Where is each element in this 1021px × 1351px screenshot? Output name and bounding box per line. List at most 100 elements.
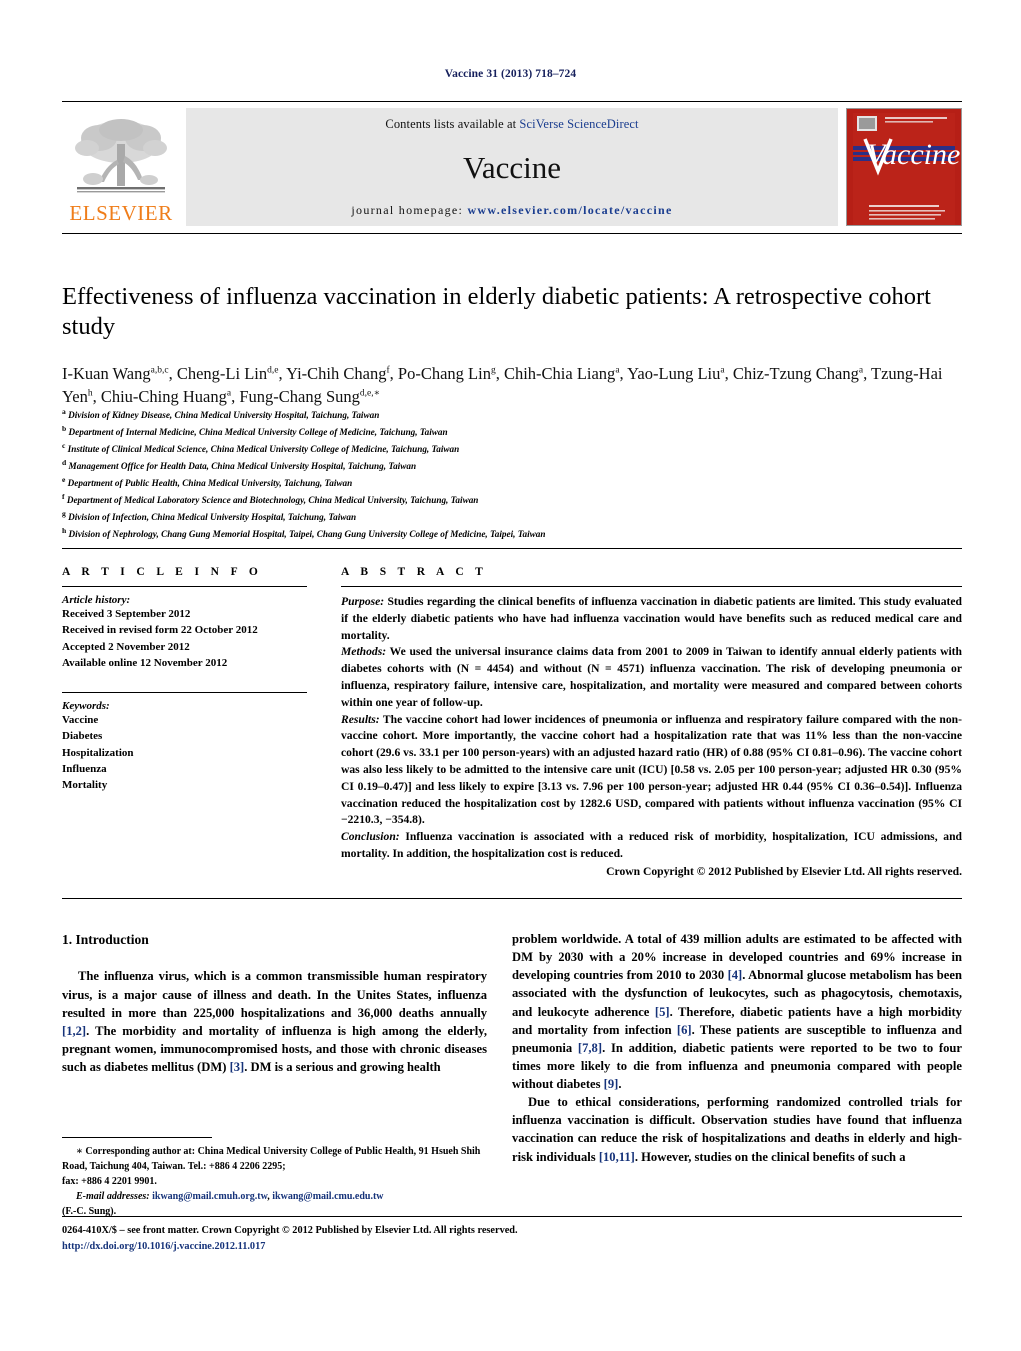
author-affiliation-marker: f <box>386 365 390 376</box>
author-affiliation-marker: a <box>720 365 725 376</box>
footnote-rule <box>62 1137 212 1138</box>
citation-4[interactable]: [4] <box>728 968 743 982</box>
elsevier-wordmark: ELSEVIER <box>69 201 173 225</box>
article-history-item: Received in revised form 22 October 2012 <box>62 624 258 637</box>
author-name[interactable]: Fung-Chang Sungd,e,∗ <box>239 387 380 406</box>
journal-cover-art: Vaccine <box>847 109 961 225</box>
article-info-rule <box>62 586 307 587</box>
article-history-label: Article history: <box>62 594 131 606</box>
keyword-item: Vaccine <box>62 714 99 727</box>
email-note: E-mail addresses: ikwang@mail.cmuh.org.t… <box>62 1189 487 1204</box>
article-history-list: Received 3 September 2012 Received in rev… <box>62 606 307 671</box>
affiliation-item: e Department of Public Health, China Med… <box>62 474 353 488</box>
banner-center: Contents lists available at SciVerse Sci… <box>186 108 838 226</box>
citation-5[interactable]: [5] <box>655 1005 670 1019</box>
affiliation-marker: d <box>62 457 67 467</box>
abstract-section-label: Methods: <box>341 645 387 659</box>
article-history-item: Available online 12 November 2012 <box>62 656 228 669</box>
intro-paragraph-left: The influenza virus, which is a common t… <box>62 967 487 1076</box>
citation-6[interactable]: [6] <box>677 1023 692 1037</box>
affiliation-item: b Department of Internal Medicine, China… <box>62 423 448 438</box>
author-affiliation-marker: h <box>87 388 93 399</box>
title-top-rule <box>62 233 962 234</box>
citation-9[interactable]: [9] <box>604 1077 619 1091</box>
author-name[interactable]: Chiz-Tzung Changa <box>733 364 863 383</box>
abstract-section: Conclusion: Influenza vaccination is ass… <box>341 829 962 863</box>
abstract-section: Results: The vaccine cohort had lower in… <box>341 712 962 830</box>
email-address-2[interactable]: ikwang@mail.cmu.edu.tw <box>272 1191 383 1202</box>
abstract-section: Methods: We used the universal insurance… <box>341 644 962 711</box>
footnote-block: ∗ Corresponding author at: China Medical… <box>62 1144 487 1219</box>
author-name[interactable]: I-Kuan Wanga,b,c <box>62 364 169 383</box>
abstract-section-label: Purpose: <box>341 595 385 608</box>
affiliation-list: a Division of Kidney Disease, China Medi… <box>62 406 967 542</box>
affiliation-marker: f <box>62 491 65 501</box>
paper-page: Vaccine 31 (2013) 718–724 ELSEVIER Conte… <box>0 0 1021 1351</box>
author-name[interactable]: Chiu-Ching Huanga <box>101 387 231 406</box>
running-head: Vaccine 31 (2013) 718–724 <box>444 68 577 80</box>
author-affiliation-marker: a <box>226 388 232 399</box>
abstract-section-text: The vaccine cohort had lower incidences … <box>341 712 962 827</box>
affiliation-marker: b <box>62 423 67 433</box>
homepage-url-link[interactable]: www.elsevier.com/locate/vaccine <box>467 203 672 217</box>
affiliation-item: h Division of Nephrology, Chang Gung Mem… <box>62 525 546 539</box>
article-history-item: Accepted 2 November 2012 <box>62 640 190 653</box>
intro-right-text-6: . <box>618 1077 622 1091</box>
author-name[interactable]: Yao-Lung Liua <box>627 364 724 383</box>
article-history-item: Received 3 September 2012 <box>62 608 191 620</box>
fax-line: fax: +886 4 2201 9901. <box>62 1176 157 1187</box>
frontmatter-line: 0264-410X/$ – see front matter. Crown Co… <box>62 1225 518 1236</box>
affiliation-item: a Division of Kidney Disease, China Medi… <box>62 407 380 421</box>
affiliation-marker: a <box>62 407 66 416</box>
author-list: I-Kuan Wanga,b,c, Cheng-Li Lind,e, Yi-Ch… <box>62 364 943 407</box>
email-label: E-mail addresses: <box>76 1191 150 1202</box>
author-name[interactable]: Po-Chang Ling <box>398 364 496 383</box>
abstract-section-label: Conclusion: <box>341 830 400 844</box>
contents-prefix: Contents lists available at <box>385 117 520 131</box>
citation-7-8[interactable]: [7,8] <box>578 1041 602 1055</box>
journal-cover-thumbnail: Vaccine <box>846 108 962 226</box>
journal-homepage-line: journal homepage: www.elsevier.com/locat… <box>351 203 672 218</box>
abstract-rule <box>341 586 962 587</box>
abstract-section-label: Results: <box>341 712 380 726</box>
author-affiliation-marker: g <box>490 365 496 376</box>
info-top-rule <box>62 548 962 549</box>
abstract-section-text: Studies regarding the clinical benefits … <box>341 595 962 642</box>
keyword-item: Mortality <box>62 779 108 792</box>
abstract-body: Purpose: Studies regarding the clinical … <box>341 594 962 863</box>
abstract-section: Purpose: Studies regarding the clinical … <box>341 594 962 644</box>
affiliation-item: g Division of Infection, China Medical U… <box>62 508 357 522</box>
doi-link[interactable]: http://dx.doi.org/10.1016/j.vaccine.2012… <box>62 1239 962 1255</box>
elsevier-tree-icon <box>75 119 167 193</box>
author-affiliation-marker: d,e <box>267 365 279 376</box>
author-name[interactable]: Yi-Chih Changf <box>286 364 390 383</box>
citation-10-11[interactable]: [10,11] <box>599 1150 635 1164</box>
author-name[interactable]: Cheng-Li Lind,e <box>177 364 279 383</box>
author-affiliation-marker: d,e,∗ <box>359 388 381 399</box>
abstract-bottom-rule <box>62 898 962 899</box>
affiliation-item: c Institute of Clinical Medical Science,… <box>62 440 460 454</box>
affiliation-item: f Department of Medical Laboratory Scien… <box>62 491 479 505</box>
abstract-section-text: Influenza vaccination is associated with… <box>341 830 962 860</box>
corresponding-author-note: ∗ Corresponding author at: China Medical… <box>62 1144 487 1174</box>
author-affiliation-marker: a,b,c <box>150 365 169 376</box>
affiliation-marker: e <box>62 474 66 484</box>
author-affiliation-marker: a <box>615 365 620 376</box>
page-title: Effectiveness of influenza vaccination i… <box>62 283 931 340</box>
abstract-section-text: We used the universal insurance claims d… <box>341 645 962 709</box>
intro-paragraph-right-1: problem worldwide. A total of 439 millio… <box>512 930 962 1093</box>
affiliation-marker: g <box>62 508 66 518</box>
sciencedirect-link[interactable]: SciVerse ScienceDirect <box>519 117 638 131</box>
author-name[interactable]: Chih-Chia Lianga <box>504 364 620 383</box>
author-affiliation-marker: a <box>858 365 864 376</box>
affiliation-marker: c <box>62 440 66 450</box>
journal-title: Vaccine <box>462 150 562 185</box>
introduction-left-column: 1. Introduction The influenza virus, whi… <box>62 930 487 1076</box>
abstract-heading: A B S T R A C T <box>341 566 488 578</box>
affiliation-marker: h <box>62 525 67 535</box>
keyword-item: Diabetes <box>62 730 103 743</box>
citation-3[interactable]: [3] <box>230 1060 245 1074</box>
citation-1-2[interactable]: [1,2] <box>62 1024 86 1038</box>
email-address-1[interactable]: ikwang@mail.cmuh.org.tw <box>152 1191 267 1202</box>
frontmatter-rule <box>62 1216 962 1217</box>
